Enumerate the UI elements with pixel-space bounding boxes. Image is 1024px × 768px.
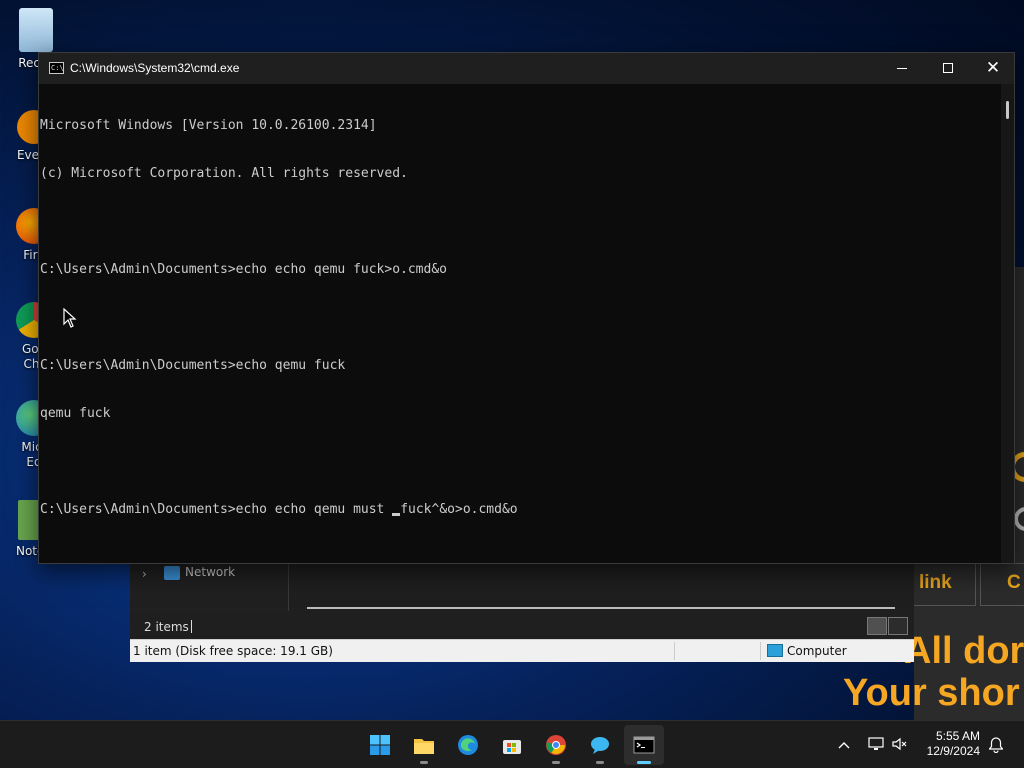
volume-muted-icon[interactable] — [892, 737, 908, 751]
clock-date: 12/9/2024 — [926, 744, 980, 758]
explorer-status-bar: 2 items — [130, 615, 914, 639]
location-label: Computer — [787, 644, 847, 658]
recycle-bin-icon — [19, 8, 53, 52]
details-view-button[interactable] — [867, 617, 887, 635]
clock-time: 5:55 AM — [935, 729, 980, 743]
vertical-scrollbar[interactable] — [1001, 84, 1014, 563]
item-count: 2 items — [144, 620, 189, 634]
running-indicator — [552, 761, 560, 764]
network-icon[interactable] — [868, 737, 884, 751]
console-line: C:\Users\Admin\Documents>echo qemu fuck — [40, 358, 346, 373]
nav-pane: › Network — [130, 563, 288, 611]
windows-start-icon — [370, 735, 390, 755]
status-separator — [191, 620, 192, 633]
taskbar-copilot[interactable] — [580, 725, 620, 765]
info-divider — [674, 642, 675, 660]
webpage-link-button[interactable]: link — [908, 563, 976, 606]
close-button[interactable]: ✕ — [970, 53, 1016, 84]
taskbar-edge[interactable] — [448, 725, 488, 765]
computer-icon — [767, 644, 783, 657]
window-title: C:\Windows\System32\cmd.exe — [70, 61, 240, 75]
console-line: qemu fuck — [40, 406, 111, 421]
horizontal-scrollbar[interactable] — [307, 607, 895, 609]
large-icons-view-button[interactable] — [888, 617, 908, 635]
taskbar: 5:55 AM 12/9/2024 — [0, 720, 1024, 768]
maximize-button[interactable] — [925, 53, 971, 84]
microsoft-store-icon — [503, 740, 521, 754]
cmd-app-icon: C:\ — [49, 62, 64, 74]
console-input-text: fuck^&o>o.cmd&o — [400, 502, 518, 517]
file-explorer-window: › Network 2 items 1 item (Disk free spac… — [130, 563, 914, 662]
text-cursor — [392, 513, 401, 516]
promo-line-1: All dor — [904, 630, 1024, 672]
maximize-icon — [943, 63, 953, 73]
nav-item-network[interactable]: Network — [185, 565, 235, 579]
edge-icon — [458, 735, 478, 755]
running-indicator — [596, 761, 604, 764]
explorer-info-bar: 1 item (Disk free space: 19.1 GB) Comput… — [130, 639, 914, 662]
copilot-icon — [591, 737, 609, 754]
info-divider — [760, 642, 761, 660]
pane-divider[interactable] — [288, 563, 289, 611]
network-icon — [164, 566, 180, 580]
promo-line-2: Your shor — [843, 672, 1020, 714]
cmd-window[interactable]: C:\ C:\Windows\System32\cmd.exe ✕ Micros… — [38, 52, 1015, 564]
file-explorer-icon — [414, 739, 434, 754]
notification-bell-icon[interactable] — [989, 737, 1003, 753]
console-input-line[interactable]: C:\Users\Admin\Documents>echo echo qemu … — [40, 502, 1001, 518]
loading-ring-icon — [1014, 507, 1024, 531]
taskbar-terminal[interactable] — [624, 725, 664, 765]
taskbar-store[interactable] — [492, 725, 532, 765]
console-prompt-text: C:\Users\Admin\Documents>echo echo qemu … — [40, 502, 393, 517]
running-indicator — [637, 761, 651, 764]
taskbar-start-button[interactable] — [360, 725, 400, 765]
disk-free-info: 1 item (Disk free space: 19.1 GB) — [133, 644, 333, 658]
mouse-pointer-icon — [63, 308, 77, 328]
promo-text: All dor Your shor — [843, 630, 1024, 720]
console-line: Microsoft Windows [Version 10.0.26100.23… — [40, 118, 377, 133]
scrollbar-thumb[interactable] — [1006, 101, 1009, 119]
minimize-icon — [897, 67, 907, 69]
taskbar-chrome[interactable] — [536, 725, 576, 765]
terminal-icon — [633, 736, 655, 754]
minimize-button[interactable] — [879, 53, 925, 84]
chrome-icon — [546, 735, 566, 755]
cmd-title-bar[interactable]: C:\ C:\Windows\System32\cmd.exe ✕ — [39, 53, 1014, 84]
running-indicator — [420, 761, 428, 764]
taskbar-file-explorer[interactable] — [404, 725, 444, 765]
system-tray: 5:55 AM 12/9/2024 — [830, 721, 1024, 768]
webpage-c-button[interactable]: C — [980, 563, 1024, 606]
console-line: C:\Users\Admin\Documents>echo echo qemu … — [40, 262, 447, 277]
chevron-up-icon[interactable] — [838, 741, 850, 749]
clock[interactable]: 5:55 AM 12/9/2024 — [912, 729, 980, 759]
console-line: (c) Microsoft Corporation. All rights re… — [40, 166, 408, 181]
console-output[interactable]: Microsoft Windows [Version 10.0.26100.23… — [39, 84, 1001, 563]
chevron-right-icon[interactable]: › — [142, 567, 147, 581]
